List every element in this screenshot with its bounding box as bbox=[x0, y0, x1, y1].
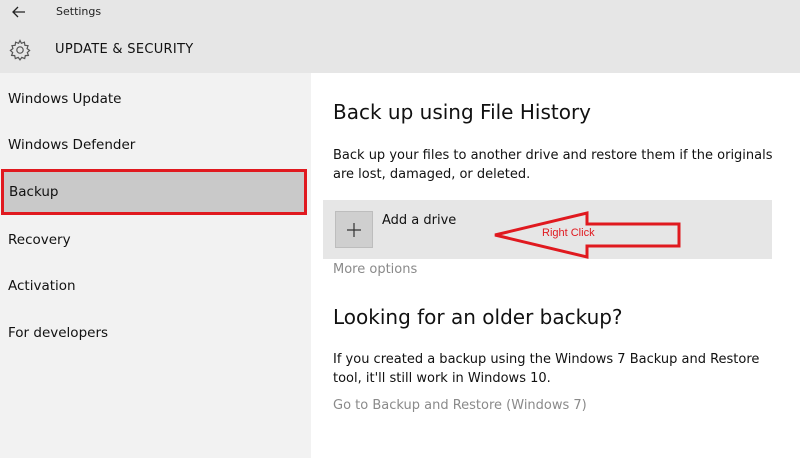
gear-icon bbox=[9, 39, 31, 61]
sidebar-item-backup[interactable]: Backup bbox=[1, 169, 307, 215]
sidebar-item-label: Backup bbox=[9, 184, 59, 200]
section-title: UPDATE & SECURITY bbox=[55, 42, 194, 57]
plus-icon bbox=[347, 222, 361, 237]
title-bar: Settings bbox=[0, 0, 800, 24]
file-history-heading: Back up using File History bbox=[333, 100, 591, 124]
header: Settings UPDATE & SECURITY bbox=[0, 0, 800, 73]
sidebar-item-windows-update[interactable]: Windows Update bbox=[0, 79, 311, 119]
arrow-left-icon bbox=[12, 6, 25, 18]
sidebar-item-label: Windows Defender bbox=[8, 137, 136, 153]
sidebar-item-label: For developers bbox=[8, 325, 109, 341]
add-drive-label: Add a drive bbox=[382, 213, 457, 228]
annotation-label: Right Click bbox=[542, 227, 595, 239]
sidebar-item-label: Activation bbox=[8, 278, 76, 294]
sidebar-item-recovery[interactable]: Recovery bbox=[0, 220, 311, 260]
window-title: Settings bbox=[56, 5, 102, 18]
sidebar-item-for-developers[interactable]: For developers bbox=[0, 313, 311, 353]
sidebar-item-label: Recovery bbox=[8, 232, 71, 248]
sidebar: Windows Update Windows Defender Backup R… bbox=[0, 73, 311, 458]
older-backup-description: If you created a backup using the Window… bbox=[333, 352, 760, 386]
sidebar-item-label: Windows Update bbox=[8, 91, 122, 107]
back-button[interactable] bbox=[10, 3, 28, 21]
plus-box bbox=[335, 211, 373, 248]
more-options-link[interactable]: More options bbox=[333, 262, 417, 277]
main-content: Back up using File History Back up your … bbox=[311, 73, 800, 458]
older-backup-heading: Looking for an older backup? bbox=[333, 305, 623, 329]
section-header: UPDATE & SECURITY bbox=[0, 36, 800, 64]
file-history-description: Back up your files to another drive and … bbox=[333, 148, 773, 182]
sidebar-item-windows-defender[interactable]: Windows Defender bbox=[0, 125, 311, 165]
backup-restore-windows7-link[interactable]: Go to Backup and Restore (Windows 7) bbox=[333, 398, 587, 413]
sidebar-item-activation[interactable]: Activation bbox=[0, 266, 311, 306]
